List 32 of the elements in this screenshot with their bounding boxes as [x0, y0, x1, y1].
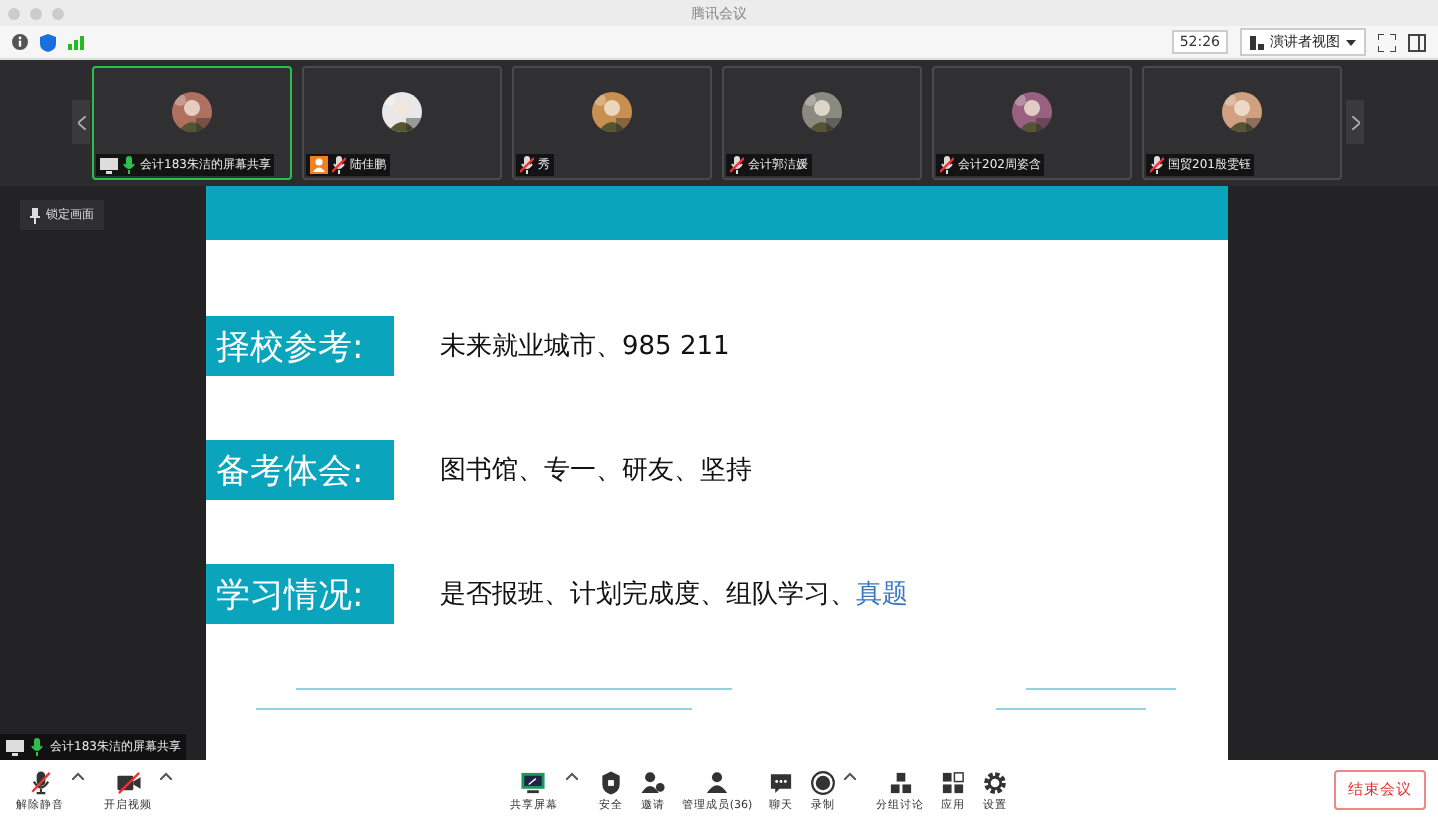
dropdown-caret-icon: [1346, 39, 1356, 45]
pin-icon: [30, 207, 40, 223]
groups-icon: [887, 769, 914, 795]
record-icon: [810, 769, 837, 795]
screen-share-icon: [6, 739, 24, 755]
camera-off-icon: [115, 769, 141, 795]
slide-label: 学习情况:: [206, 564, 394, 624]
muted-mic-icon: [27, 769, 53, 795]
chat-icon: [768, 769, 795, 795]
slide-text: 是否报班、计划完成度、组队学习、真题: [440, 578, 908, 612]
layout-icon: [1250, 35, 1264, 49]
screen-share-icon: [520, 769, 547, 795]
fullscreen-icon[interactable]: [1378, 33, 1396, 51]
slide-text: 图书馆、专一、研友、坚持: [440, 454, 752, 488]
add-person-icon: [639, 769, 666, 795]
settings-icon: [982, 769, 1009, 795]
info-icon[interactable]: [12, 34, 28, 50]
slide-label: 备考体会:: [206, 440, 394, 500]
shield-icon[interactable]: [40, 33, 56, 51]
sidebar-icon[interactable]: [1408, 33, 1426, 51]
shield-icon: [597, 769, 624, 795]
host-icon: [310, 156, 328, 174]
screen-share-icon: [100, 157, 118, 173]
people-icon: [704, 769, 730, 795]
slide-text: 未来就业城市、985 211: [440, 330, 730, 364]
mic-icon: [30, 738, 44, 756]
caret-icon[interactable]: [844, 772, 857, 780]
caret-icon[interactable]: [160, 772, 172, 780]
apps-icon: [940, 769, 967, 795]
caret-icon[interactable]: [565, 772, 578, 780]
caret-icon[interactable]: [72, 772, 84, 780]
slide-label: 择校参考:: [206, 316, 394, 376]
